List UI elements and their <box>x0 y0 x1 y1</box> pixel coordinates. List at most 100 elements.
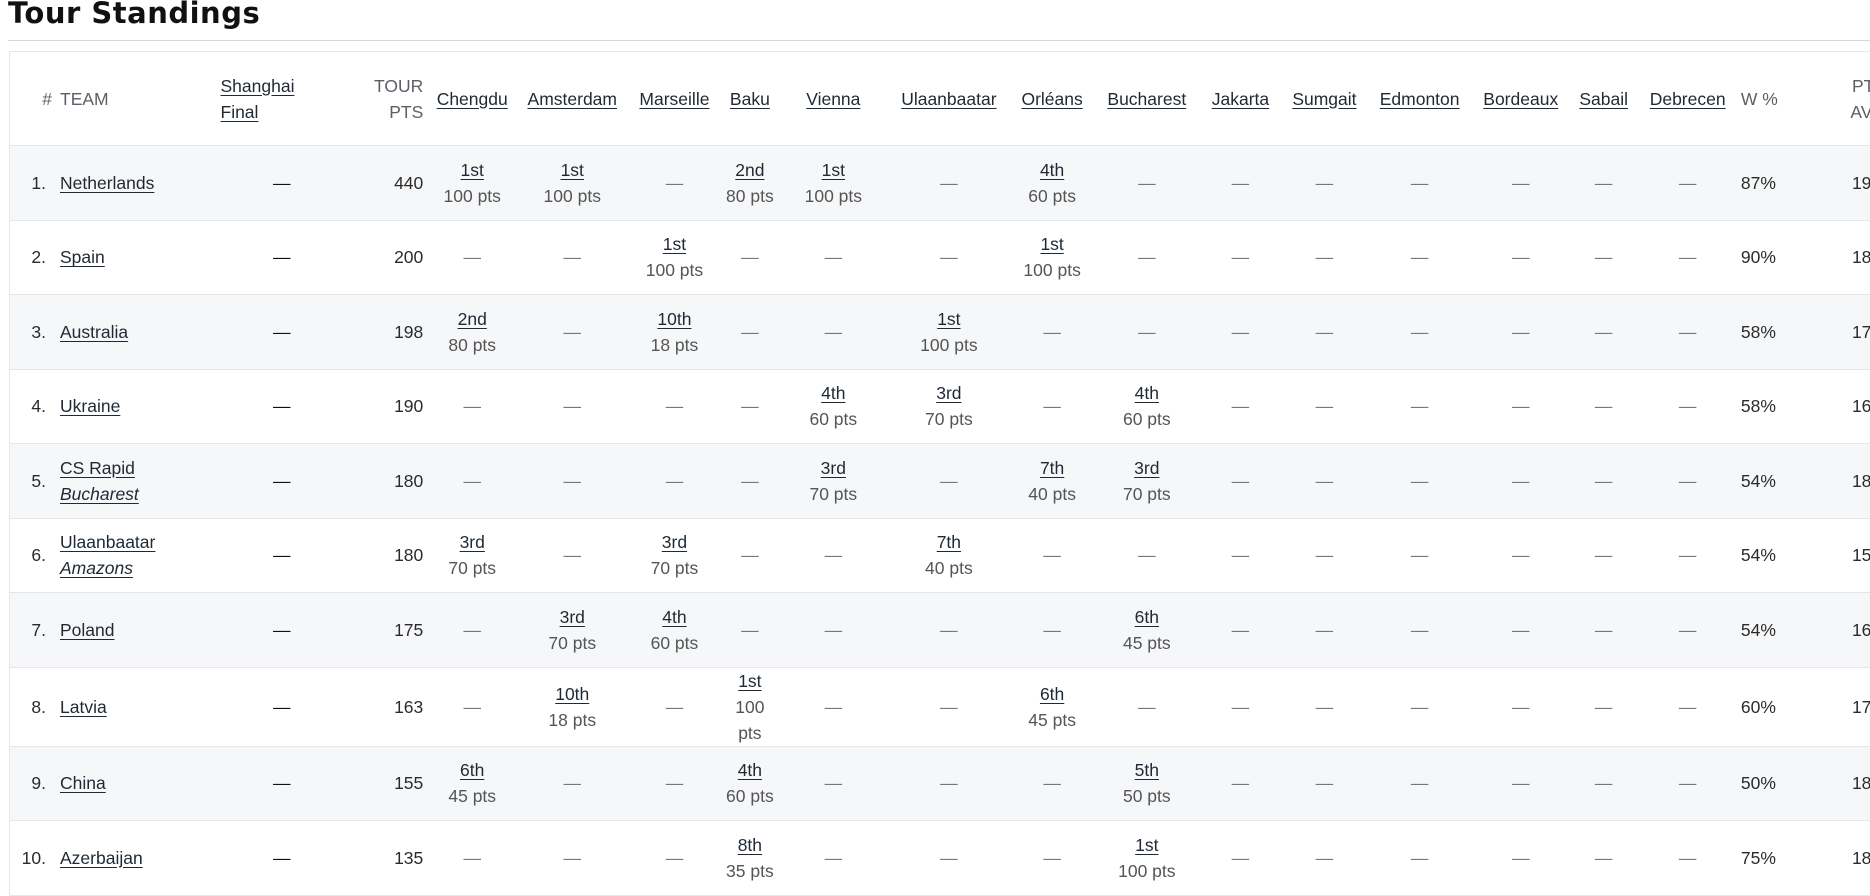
team-link[interactable]: Ulaanbaatar Amazons <box>60 532 155 578</box>
col-header-shanghai-final[interactable]: Shanghai Final <box>216 52 348 146</box>
event-place-link[interactable]: 1st <box>1013 231 1091 257</box>
empty-result: — <box>1315 619 1334 640</box>
event-result-cell: — <box>1094 294 1199 370</box>
team-link[interactable]: Ukraine <box>60 396 120 416</box>
event-place-link[interactable]: 3rd <box>631 529 717 555</box>
team-link[interactable]: Poland <box>60 620 115 640</box>
event-place-link[interactable]: 3rd <box>892 380 1005 406</box>
team-link[interactable]: Australia <box>60 322 128 342</box>
event-place-link[interactable]: 4th <box>726 757 775 783</box>
event-place-link[interactable]: 1st <box>782 157 884 183</box>
empty-result: — <box>1315 396 1334 417</box>
event-place-link[interactable]: 6th <box>431 757 513 783</box>
event-result-cell: — <box>1198 294 1283 370</box>
shanghai-final-cell: — <box>216 820 348 896</box>
event-result-cell: — <box>1472 369 1569 444</box>
event-place-link[interactable]: 8th <box>726 832 775 858</box>
col-header-event-vienna[interactable]: Vienna <box>778 52 889 146</box>
event-points: 80 pts <box>726 185 774 206</box>
event-result-cell: — <box>1568 667 1639 747</box>
event-place-link[interactable]: 3rd <box>782 455 884 481</box>
event-place-link[interactable]: 2nd <box>431 306 513 332</box>
team-name: CS Rapid <box>60 457 135 478</box>
rank-cell: 9. <box>10 746 56 821</box>
pts-avg-cell: 15.8 <box>1814 518 1870 593</box>
event-place-link[interactable]: 6th <box>1099 604 1195 630</box>
col-header-event-baku[interactable]: Baku <box>721 52 779 146</box>
shanghai-final-cell: — <box>216 746 348 821</box>
event-place-link[interactable]: 2nd <box>726 157 775 183</box>
empty-result: — <box>940 696 958 717</box>
col-header-event-amsterdam[interactable]: Amsterdam <box>517 52 628 146</box>
team-link[interactable]: Latvia <box>60 697 107 717</box>
team-link[interactable]: Azerbaijan <box>60 848 143 868</box>
event-place-link[interactable]: 1st <box>1099 832 1195 858</box>
event-place-link[interactable]: 1st <box>892 306 1005 332</box>
table-row: 7. Poland —175—3rd 70 pts 4th 60 pts — — — —6th 45… <box>10 592 1870 668</box>
event-place-link[interactable]: 3rd <box>1099 455 1195 481</box>
event-result-cell: 6th 45 pts <box>427 746 518 821</box>
col-header-event-chengdu[interactable]: Chengdu <box>427 52 518 146</box>
col-header-event-marseille[interactable]: Marseille <box>627 52 722 146</box>
tour-pts-cell: 175 <box>347 592 428 668</box>
event-result-cell: — <box>1472 667 1569 747</box>
event-result-cell: — <box>721 294 779 370</box>
event-result-cell: — <box>1198 746 1283 821</box>
empty-result: — <box>1043 847 1061 868</box>
col-header-event-bucharest[interactable]: Bucharest <box>1094 52 1199 146</box>
col-header-event-ulaanbaatar[interactable]: Ulaanbaatar <box>888 52 1010 146</box>
table-row: 1. Netherlands —440 1st 100 pts 1st 100 pts —2n… <box>10 145 1870 221</box>
empty-result: — <box>563 396 582 417</box>
event-place-link[interactable]: 1st <box>726 668 775 694</box>
pts-avg-cell: 18.0 <box>1814 746 1870 821</box>
event-place-link[interactable]: 3rd <box>431 529 513 555</box>
event-result-cell: — <box>1094 667 1199 747</box>
event-place-link[interactable]: 7th <box>892 529 1005 555</box>
event-place-link[interactable]: 4th <box>631 604 717 630</box>
team-name: Ukraine <box>60 396 121 417</box>
event-result-cell: 4th 60 pts <box>721 746 779 821</box>
event-place-link[interactable]: 1st <box>521 157 623 183</box>
col-header-event-sabail[interactable]: Sabail <box>1568 52 1639 146</box>
col-header-event-bordeaux[interactable]: Bordeaux <box>1472 52 1569 146</box>
col-header-event-edmonton[interactable]: Edmonton <box>1366 52 1473 146</box>
event-place-link[interactable]: 1st <box>631 231 717 257</box>
event-place-link[interactable]: 10th <box>631 306 717 332</box>
event-result-cell: 6th 45 pts <box>1094 592 1199 668</box>
event-place-link[interactable]: 6th <box>1013 681 1091 707</box>
empty-result: — <box>940 619 958 640</box>
col-header-event-sumgait[interactable]: Sumgait <box>1282 52 1367 146</box>
col-header-event-orléans[interactable]: Orléans <box>1009 52 1095 146</box>
event-result-cell: 1st 100 pts <box>721 667 779 747</box>
col-header-event-debrecen[interactable]: Debrecen <box>1638 52 1737 146</box>
empty-result: — <box>1315 321 1334 342</box>
event-place-link[interactable]: 4th <box>782 380 884 406</box>
shanghai-final-cell: — <box>216 592 348 668</box>
event-place-link[interactable]: 5th <box>1099 757 1195 783</box>
team-link[interactable]: China <box>60 773 106 793</box>
event-result-cell: — <box>1366 443 1473 519</box>
event-result-cell: — <box>517 820 628 896</box>
event-result-cell: — <box>1472 820 1569 896</box>
event-place-link[interactable]: 3rd <box>521 604 623 630</box>
empty-result: — <box>1678 321 1697 342</box>
event-result-cell: — <box>1198 592 1283 668</box>
event-place-link[interactable]: 4th <box>1013 157 1091 183</box>
team-link[interactable]: CS Rapid Bucharest <box>60 458 139 504</box>
team-link[interactable]: Netherlands <box>60 173 154 193</box>
team-link[interactable]: Spain <box>60 247 105 267</box>
event-place-link[interactable]: 7th <box>1013 455 1091 481</box>
win-pct-cell: 58% <box>1736 294 1815 370</box>
col-header-event-jakarta[interactable]: Jakarta <box>1198 52 1283 146</box>
empty-result: — <box>1138 696 1156 717</box>
event-result-cell: — <box>1568 220 1639 295</box>
event-place-link[interactable]: 10th <box>521 681 623 707</box>
event-result-cell: 4th 60 pts <box>627 592 722 668</box>
event-place-link[interactable]: 1st <box>431 157 513 183</box>
event-place-link[interactable]: 4th <box>1099 380 1195 406</box>
event-points: 70 pts <box>925 409 973 430</box>
empty-result: — <box>741 396 759 417</box>
win-pct-cell: 54% <box>1736 443 1815 519</box>
event-result-cell: — <box>1366 592 1473 668</box>
event-points: 100 pts <box>735 696 765 743</box>
